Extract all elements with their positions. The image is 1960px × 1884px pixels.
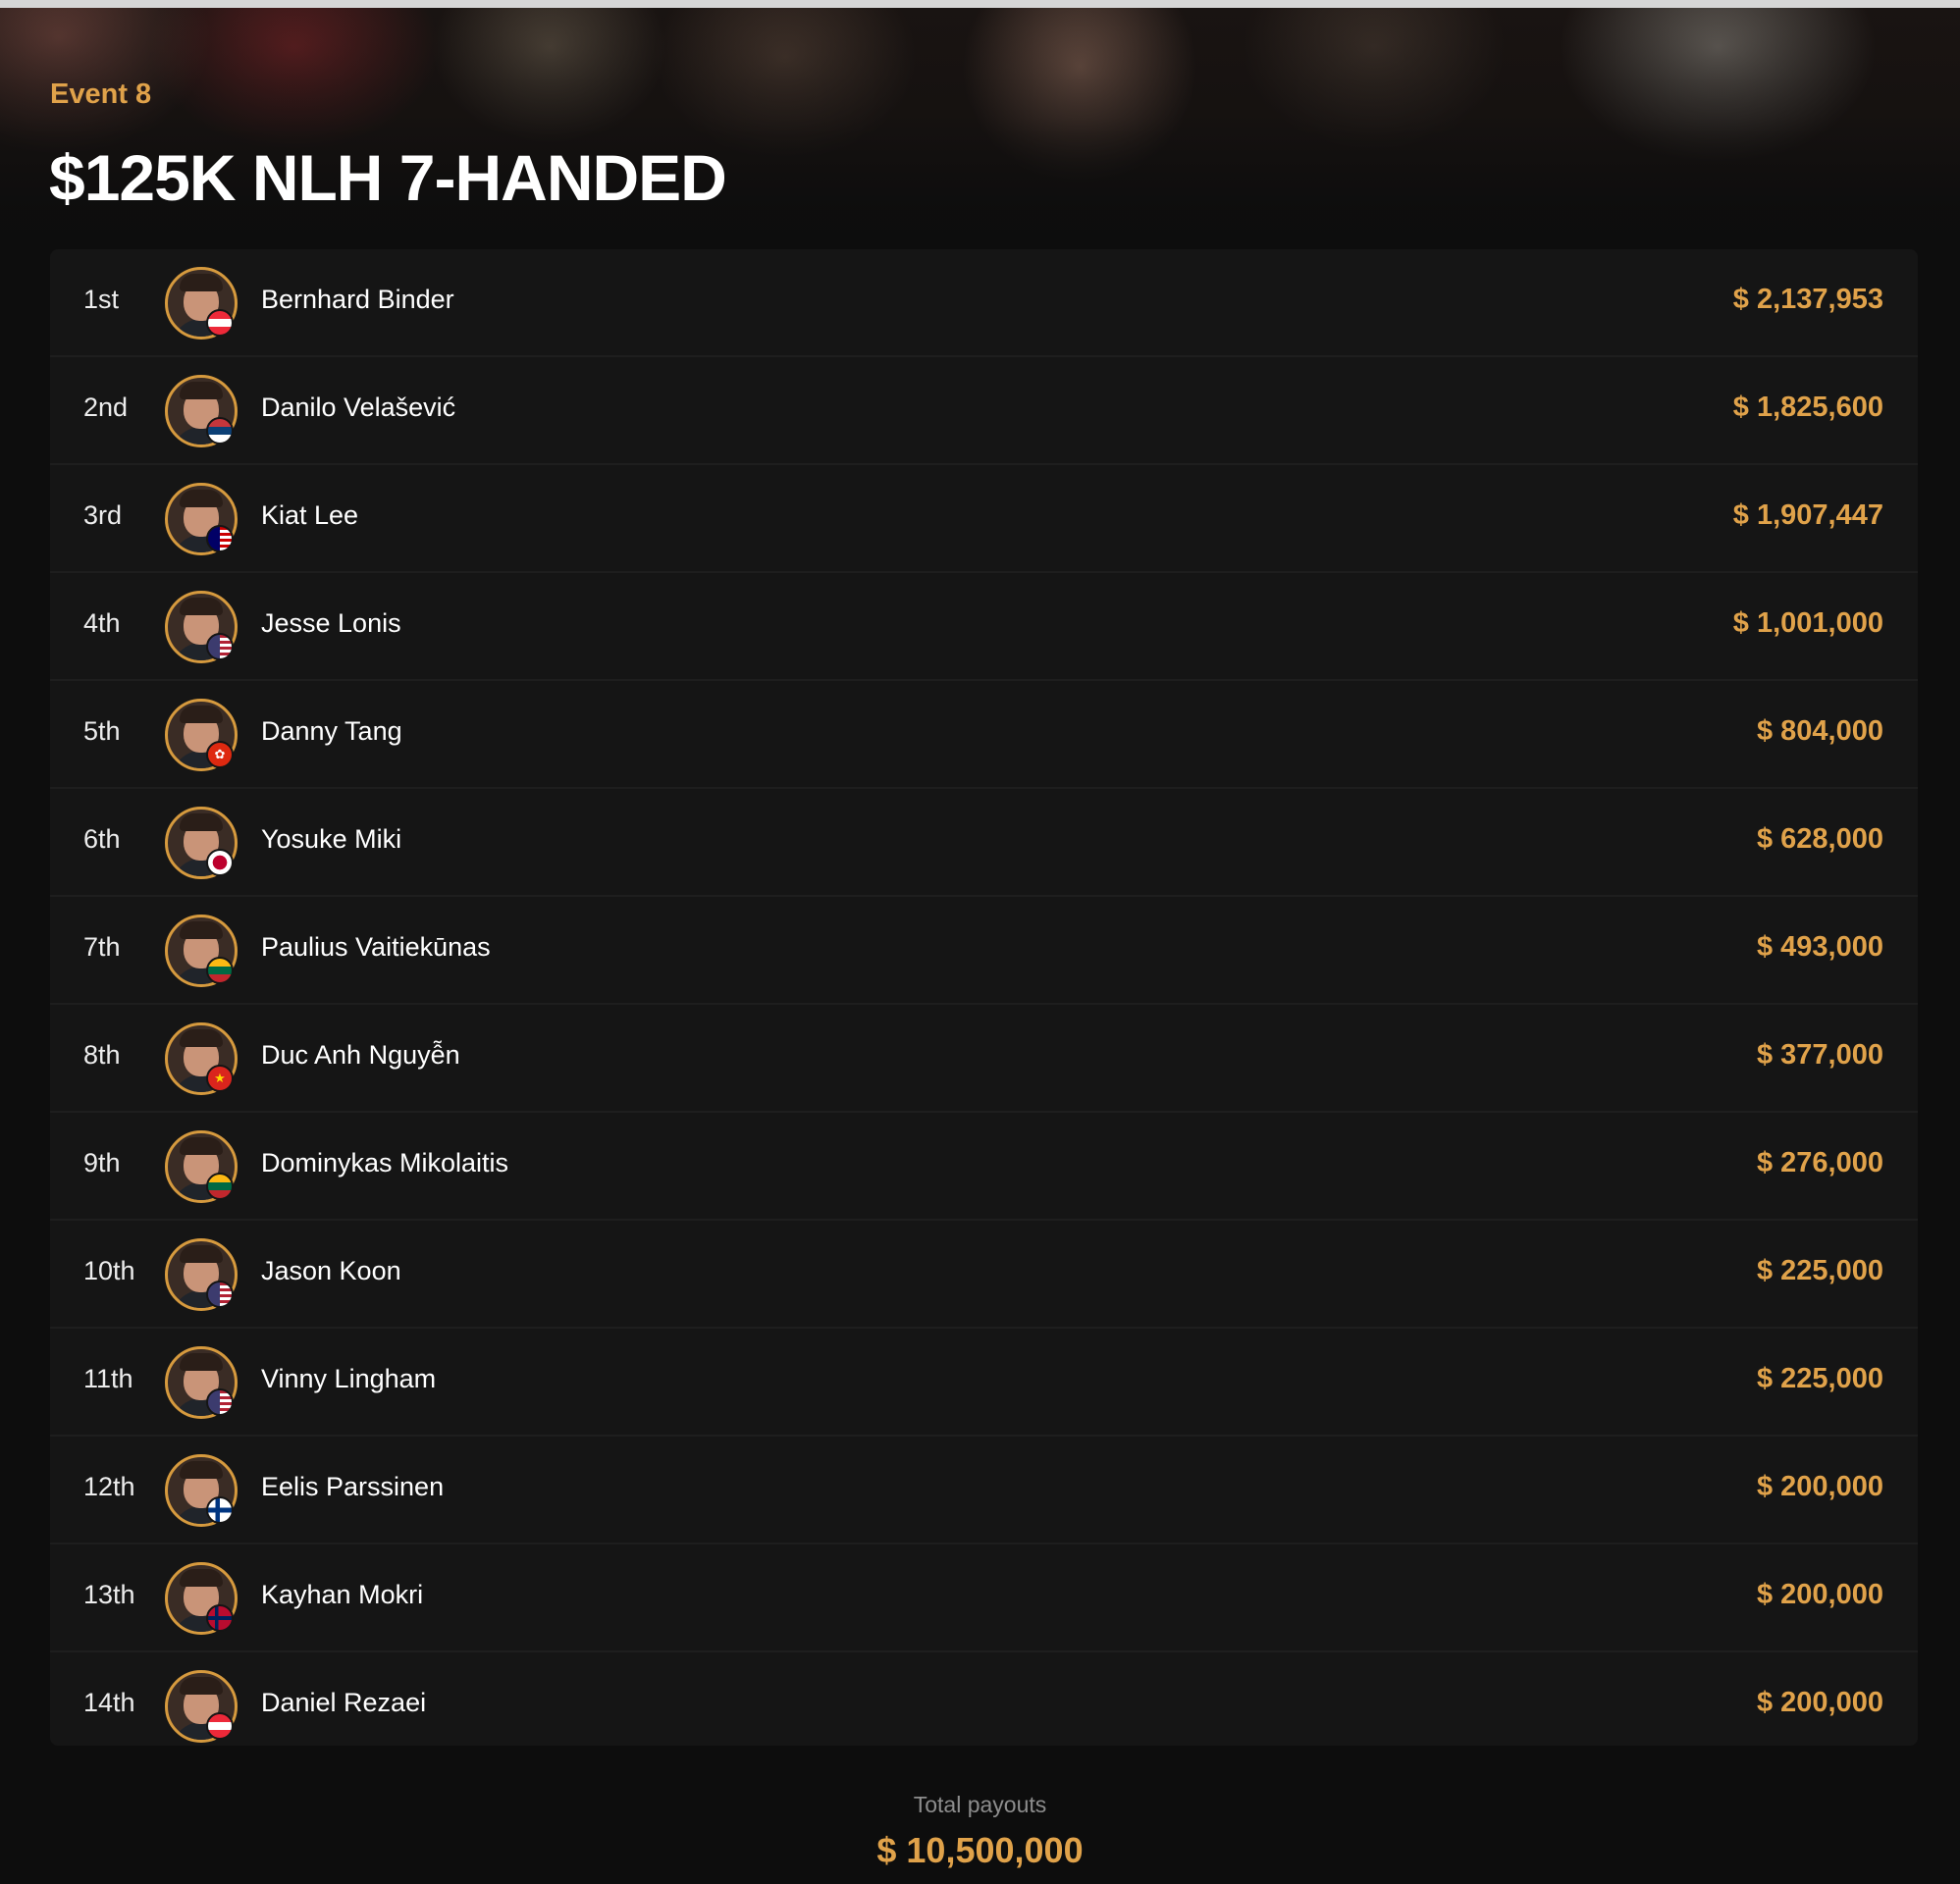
lithuania-flag-icon: [206, 1173, 234, 1200]
player-name[interactable]: Bernhard Binder: [261, 285, 454, 315]
austria-flag-icon: [206, 1712, 234, 1740]
rank-label: 6th: [83, 824, 121, 854]
result-row[interactable]: 11th Vinny Lingham $ 225,000: [50, 1329, 1918, 1437]
result-row[interactable]: 14th Daniel Rezaei $ 200,000: [50, 1652, 1918, 1746]
player-name[interactable]: Jason Koon: [261, 1256, 401, 1286]
usa-flag-icon: [206, 1388, 234, 1416]
finland-flag-icon: [206, 1496, 234, 1524]
player-name[interactable]: Daniel Rezaei: [261, 1688, 426, 1718]
rank-label: 9th: [83, 1148, 121, 1178]
result-row[interactable]: 6th Yosuke Miki $ 628,000: [50, 789, 1918, 897]
usa-flag-icon: [206, 1281, 234, 1308]
norway-flag-icon: [206, 1604, 234, 1632]
hong-kong-flag-icon: ✿: [206, 741, 234, 768]
rank-label: 2nd: [83, 392, 129, 422]
result-row[interactable]: 4th Jesse Lonis $ 1,001,000: [50, 573, 1918, 681]
rank-label: 4th: [83, 608, 121, 638]
result-row[interactable]: 9th Dominykas Mikolaitis $ 276,000: [50, 1113, 1918, 1221]
prize-amount: $ 377,000: [1756, 1039, 1883, 1071]
prize-amount: $ 1,907,447: [1732, 499, 1883, 531]
prize-amount: $ 493,000: [1756, 931, 1883, 963]
prize-amount: $ 804,000: [1756, 715, 1883, 747]
rank-label: 12th: [83, 1472, 135, 1501]
player-name[interactable]: Paulius Vaitiekūnas: [261, 932, 491, 963]
usa-flag-icon: [206, 633, 234, 660]
japan-flag-icon: [206, 849, 234, 876]
malaysia-flag-icon: [206, 525, 234, 552]
rank-label: 11th: [83, 1364, 133, 1393]
prize-amount: $ 200,000: [1756, 1471, 1883, 1502]
result-row[interactable]: 5th ✿ Danny Tang $ 804,000: [50, 681, 1918, 789]
result-row[interactable]: 13th Kayhan Mokri $ 200,000: [50, 1544, 1918, 1652]
event-title: $125K NLH 7-HANDED: [49, 141, 727, 214]
player-name[interactable]: Yosuke Miki: [261, 824, 401, 855]
prize-amount: $ 200,000: [1756, 1687, 1883, 1718]
rank-label: 1st: [83, 285, 120, 314]
total-payouts-value: $ 10,500,000: [876, 1830, 1084, 1870]
lithuania-flag-icon: [206, 957, 234, 984]
result-row[interactable]: 1st Bernhard Binder $ 2,137,953: [50, 249, 1918, 357]
result-row[interactable]: 2nd Danilo Velašević $ 1,825,600: [50, 357, 1918, 465]
player-name[interactable]: Danny Tang: [261, 716, 402, 747]
player-name[interactable]: Vinny Lingham: [261, 1364, 436, 1394]
result-row[interactable]: 3rd Kiat Lee $ 1,907,447: [50, 465, 1918, 573]
player-name[interactable]: Duc Anh Nguyễn: [261, 1040, 460, 1071]
prize-amount: $ 2,137,953: [1732, 284, 1883, 315]
rank-label: 10th: [83, 1256, 135, 1285]
rank-label: 13th: [83, 1580, 135, 1609]
result-row[interactable]: 8th ★ Duc Anh Nguyễn $ 377,000: [50, 1005, 1918, 1113]
prize-amount: $ 225,000: [1756, 1363, 1883, 1394]
austria-flag-icon: [206, 309, 234, 337]
player-name[interactable]: Jesse Lonis: [261, 608, 401, 639]
vietnam-flag-icon: ★: [206, 1065, 234, 1092]
prize-amount: $ 276,000: [1756, 1147, 1883, 1178]
prize-amount: $ 225,000: [1756, 1255, 1883, 1286]
result-row[interactable]: 12th Eelis Parssinen $ 200,000: [50, 1437, 1918, 1544]
prize-amount: $ 1,825,600: [1732, 392, 1883, 423]
player-name[interactable]: Eelis Parssinen: [261, 1472, 444, 1502]
rank-label: 8th: [83, 1040, 121, 1070]
results-table: 1st Bernhard Binder $ 2,137,953 2nd Dani…: [50, 249, 1918, 1746]
serbia-flag-icon: [206, 417, 234, 445]
total-payouts-label: Total payouts: [913, 1792, 1047, 1817]
rank-label: 5th: [83, 716, 121, 746]
player-name[interactable]: Kayhan Mokri: [261, 1580, 423, 1610]
rank-label: 14th: [83, 1688, 135, 1717]
result-row[interactable]: 7th Paulius Vaitiekūnas $ 493,000: [50, 897, 1918, 1005]
result-row[interactable]: 10th Jason Koon $ 225,000: [50, 1221, 1918, 1329]
prize-amount: $ 1,001,000: [1732, 607, 1883, 639]
event-label: Event 8: [50, 78, 152, 110]
player-name[interactable]: Dominykas Mikolaitis: [261, 1148, 508, 1178]
player-name[interactable]: Danilo Velašević: [261, 392, 455, 423]
rank-label: 3rd: [83, 500, 123, 530]
prize-amount: $ 200,000: [1756, 1579, 1883, 1610]
player-name[interactable]: Kiat Lee: [261, 500, 358, 531]
rank-label: 7th: [83, 932, 121, 962]
results-page: Event 8 $125K NLH 7-HANDED 1st Bernhard …: [0, 0, 1960, 1884]
prize-amount: $ 628,000: [1756, 823, 1883, 855]
